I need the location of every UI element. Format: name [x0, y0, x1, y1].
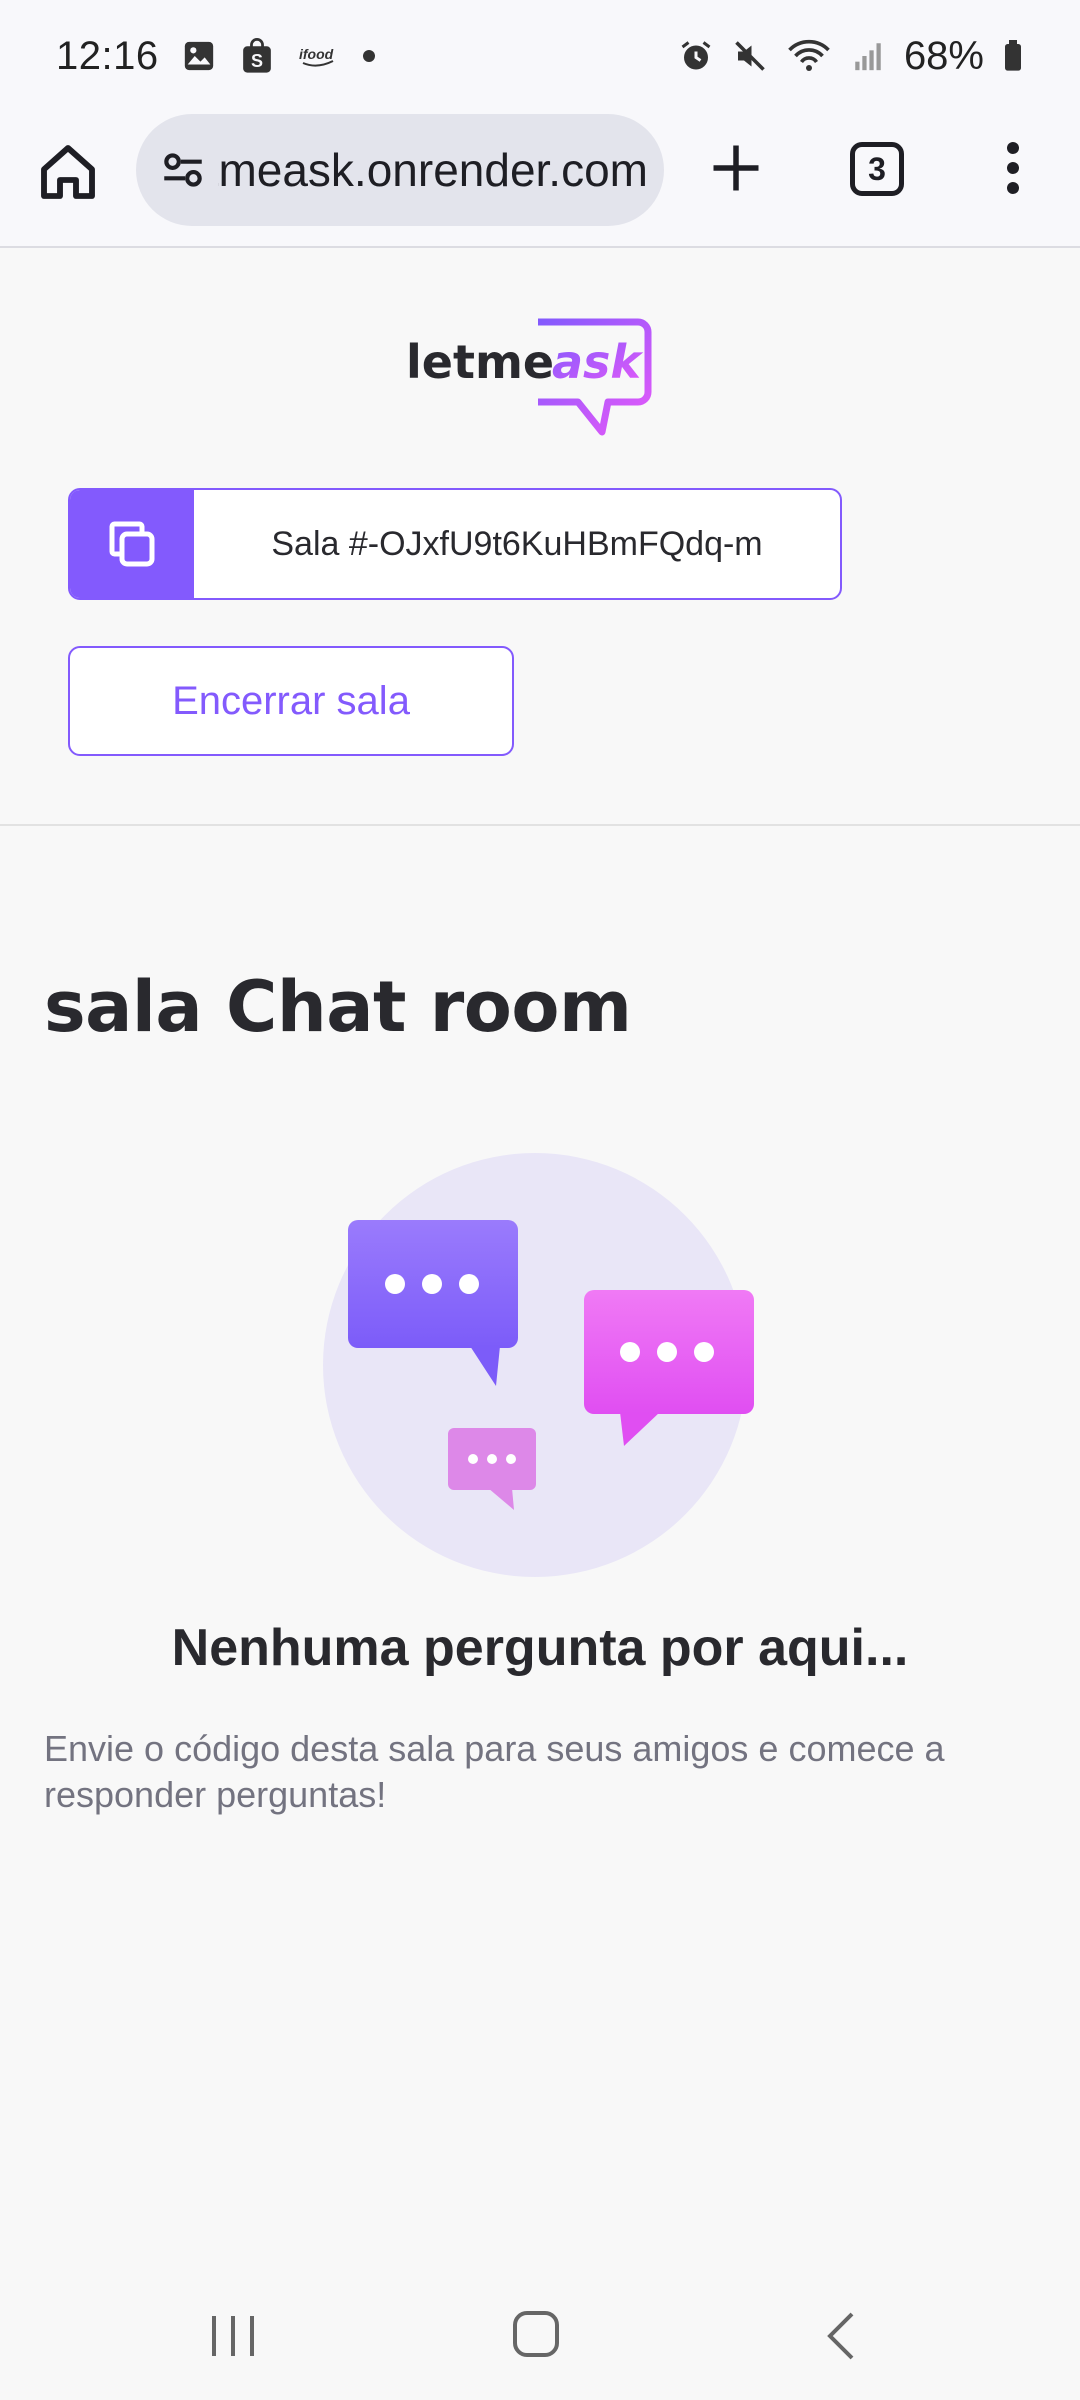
- browser-toolbar: letmeask.onrender.com 3: [0, 112, 1080, 248]
- svg-text:ifood: ifood: [299, 46, 334, 62]
- status-left: 12:16 S ifood: [56, 34, 375, 79]
- more-options-button[interactable]: [998, 138, 1028, 198]
- battery-percent: 68%: [903, 33, 984, 78]
- plus-icon: [713, 145, 759, 191]
- home-icon: [41, 145, 95, 199]
- shopping-bag-icon: S: [239, 38, 275, 74]
- home-icon[interactable]: [512, 2310, 560, 2358]
- tune-icon[interactable]: [158, 145, 208, 195]
- empty-state-description: Envie o código desta sala para seus amig…: [44, 1728, 945, 1815]
- status-time: 12:16: [56, 33, 159, 78]
- tab-count: 3: [868, 150, 886, 187]
- empty-state-title: Nenhuma pergunta por aqui...: [171, 1619, 909, 1677]
- address-bar[interactable]: letmeask.onrender.com: [136, 114, 664, 226]
- copy-icon[interactable]: [70, 490, 194, 598]
- tabs-icon[interactable]: 3: [850, 142, 904, 196]
- letmeask-logo[interactable]: letme ask: [400, 316, 680, 446]
- signal-icon: [850, 38, 886, 74]
- status-bar: 12:16 S ifood 68%: [0, 0, 1080, 112]
- room-code-button[interactable]: Sala #-OJxfU9t6KuHBmFQdq-m: [68, 488, 842, 600]
- system-nav-bar: [0, 2262, 1080, 2400]
- logo-word-letme: letme: [406, 335, 554, 389]
- browser-home-button[interactable]: [36, 140, 100, 204]
- ifood-icon: ifood: [297, 38, 341, 74]
- wifi-icon: [786, 38, 832, 74]
- page-header: letme ask Sala #-OJxfU9t6KuHBmFQdq-m Enc…: [0, 250, 1080, 826]
- empty-questions-illustration: [320, 1150, 760, 1580]
- alarm-icon: [678, 38, 714, 74]
- back-icon[interactable]: [820, 2310, 860, 2362]
- battery-icon: [1002, 38, 1024, 74]
- mute-icon: [732, 38, 768, 74]
- status-right: 68%: [678, 34, 1024, 79]
- logo-word-ask: ask: [552, 335, 643, 389]
- new-tab-button[interactable]: [706, 138, 766, 198]
- room-title: sala Chat room: [44, 966, 632, 1048]
- room-code-text: Sala #-OJxfU9t6KuHBmFQdq-m: [271, 524, 763, 563]
- recents-icon[interactable]: [208, 2314, 258, 2358]
- more-vert-icon: [1007, 142, 1019, 194]
- image-icon: [181, 38, 217, 74]
- svg-text:S: S: [251, 51, 263, 71]
- url-text[interactable]: letmeask.onrender.com: [218, 143, 648, 197]
- notification-dot-icon: [362, 50, 375, 62]
- end-room-button[interactable]: Encerrar sala: [68, 646, 514, 756]
